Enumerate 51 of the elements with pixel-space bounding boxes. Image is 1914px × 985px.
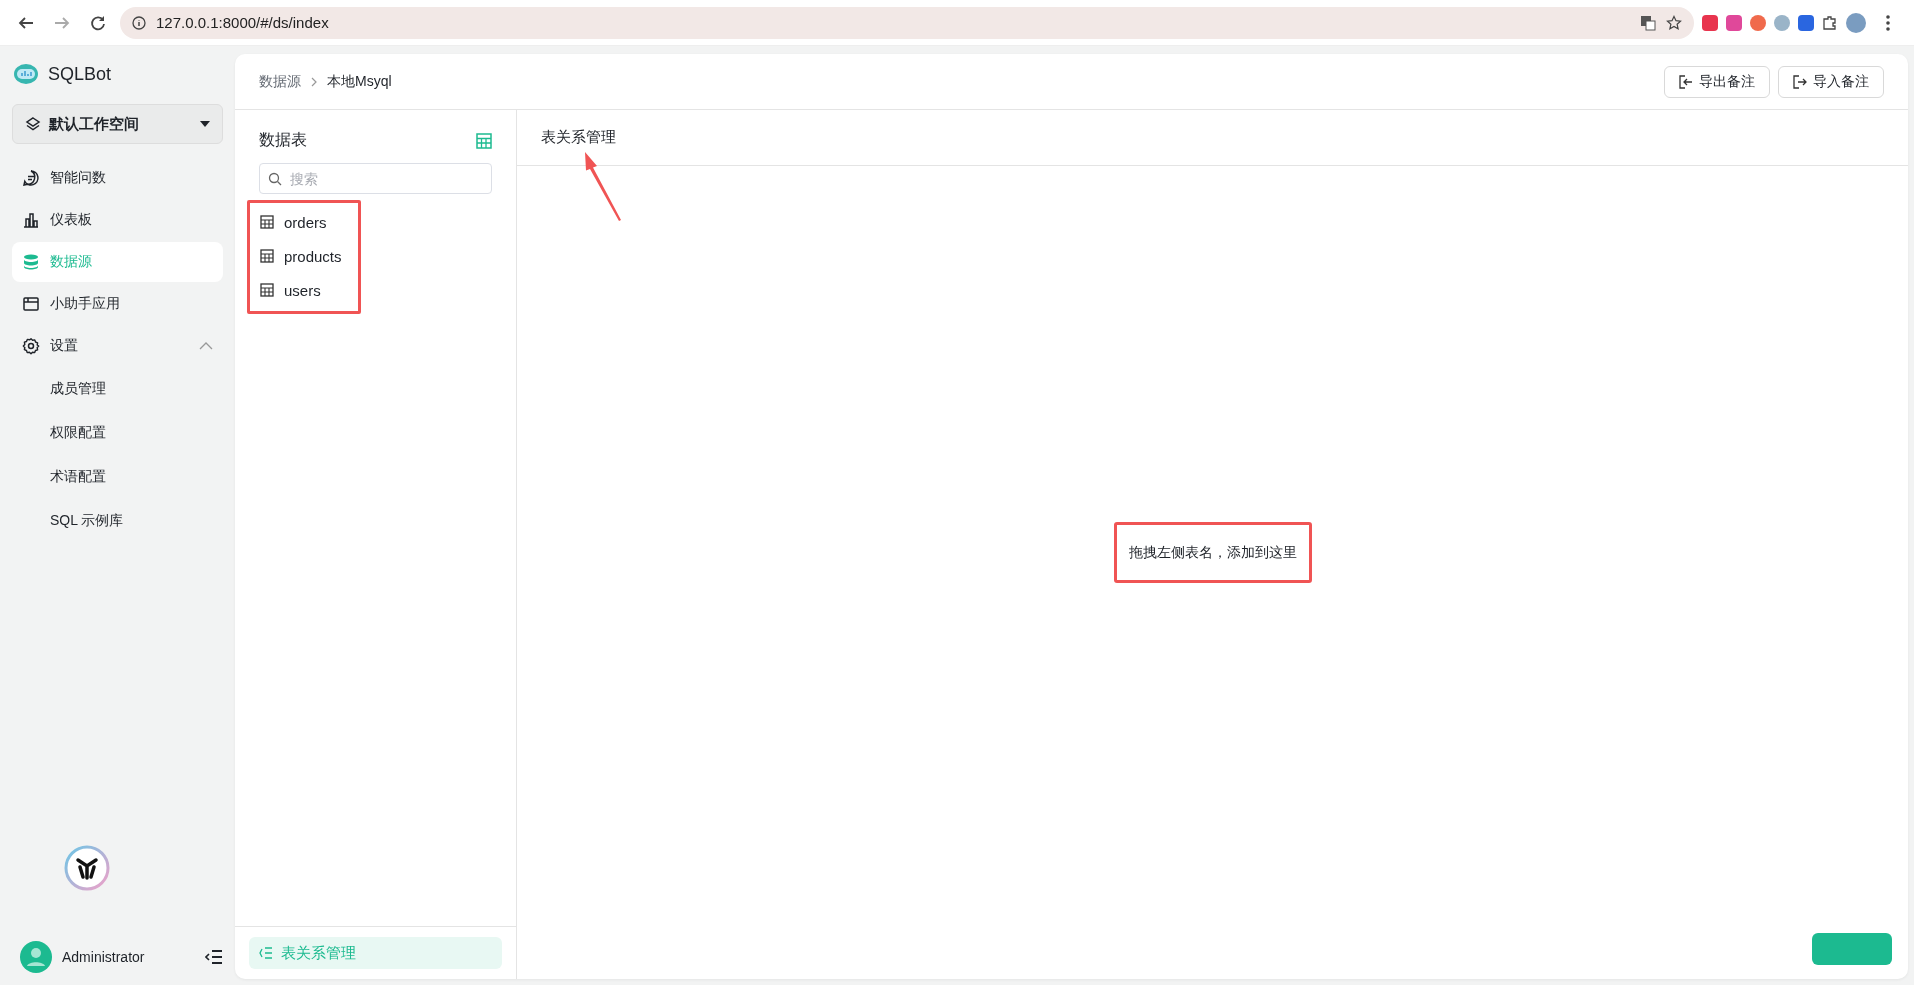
breadcrumb-item[interactable]: 数据源 — [259, 72, 301, 91]
sidebar-subitem[interactable]: 权限配置 — [12, 412, 223, 454]
robot-logo-icon — [12, 63, 40, 85]
import-icon — [1793, 74, 1807, 89]
star-icon[interactable] — [1666, 14, 1682, 31]
database-icon — [22, 253, 40, 271]
export-icon — [1679, 74, 1693, 89]
user-name: Administrator — [62, 949, 146, 965]
extension-icon[interactable] — [1726, 14, 1742, 31]
table-grid-icon[interactable] — [476, 132, 492, 149]
sidebar-item[interactable]: 仪表板 — [12, 200, 223, 240]
extension-icon[interactable] — [1774, 14, 1790, 31]
sidebar-subitem[interactable]: SQL 示例库 — [12, 500, 223, 542]
import-button[interactable]: 导入备注 — [1778, 65, 1884, 98]
search-field[interactable]: 搜索 — [259, 163, 492, 194]
app-name: SQLBot — [48, 63, 112, 85]
canvas-title: 表关系管理 — [541, 128, 616, 147]
layers-icon — [25, 116, 41, 132]
table-icon — [260, 249, 274, 263]
url-text: 127.0.0.1:8000/#/ds/index — [156, 14, 330, 31]
sidebar-subitem[interactable]: 成员管理 — [12, 368, 223, 410]
extension-icon[interactable] — [1798, 14, 1814, 31]
settings-icon — [22, 337, 40, 355]
table-list-item[interactable]: products — [260, 239, 348, 273]
sidebar-item[interactable]: 智能问数 — [12, 158, 223, 198]
table-icon — [260, 283, 274, 297]
avatar-icon[interactable] — [20, 941, 52, 973]
breadcrumb-item: 本地Msyql — [327, 72, 392, 91]
extension-icon[interactable] — [1702, 14, 1718, 31]
window-icon — [22, 295, 40, 313]
export-button[interactable]: 导出备注 — [1664, 65, 1770, 98]
address-bar[interactable]: 127.0.0.1:8000/#/ds/index — [120, 6, 1694, 39]
workspace-selector[interactable]: 默认工作空间 — [12, 104, 223, 144]
sidebar-item[interactable]: 设置 — [12, 326, 223, 366]
bar-chart-icon — [22, 211, 40, 229]
collapse-sidebar-icon[interactable] — [205, 950, 223, 964]
table-icon — [260, 215, 274, 229]
extension-icon[interactable] — [1750, 14, 1766, 31]
chevron-right-icon — [309, 76, 319, 87]
table-list-item[interactable]: orders — [260, 205, 348, 239]
sidebar-subitem[interactable]: 术语配置 — [12, 456, 223, 498]
drop-hint: 拖拽左侧表名，添加到这里 — [1128, 544, 1297, 560]
caret-icon — [200, 121, 210, 127]
profile-avatar[interactable] — [1846, 12, 1866, 33]
table-list-item[interactable]: users — [260, 273, 348, 307]
ring-logo-icon — [64, 845, 110, 891]
sidebar-item[interactable]: 小助手应用 — [12, 284, 223, 324]
list-indent-icon — [259, 946, 273, 960]
info-icon — [132, 15, 146, 30]
puzzle-icon[interactable] — [1822, 14, 1838, 31]
panel-title: 数据表 — [259, 130, 307, 150]
